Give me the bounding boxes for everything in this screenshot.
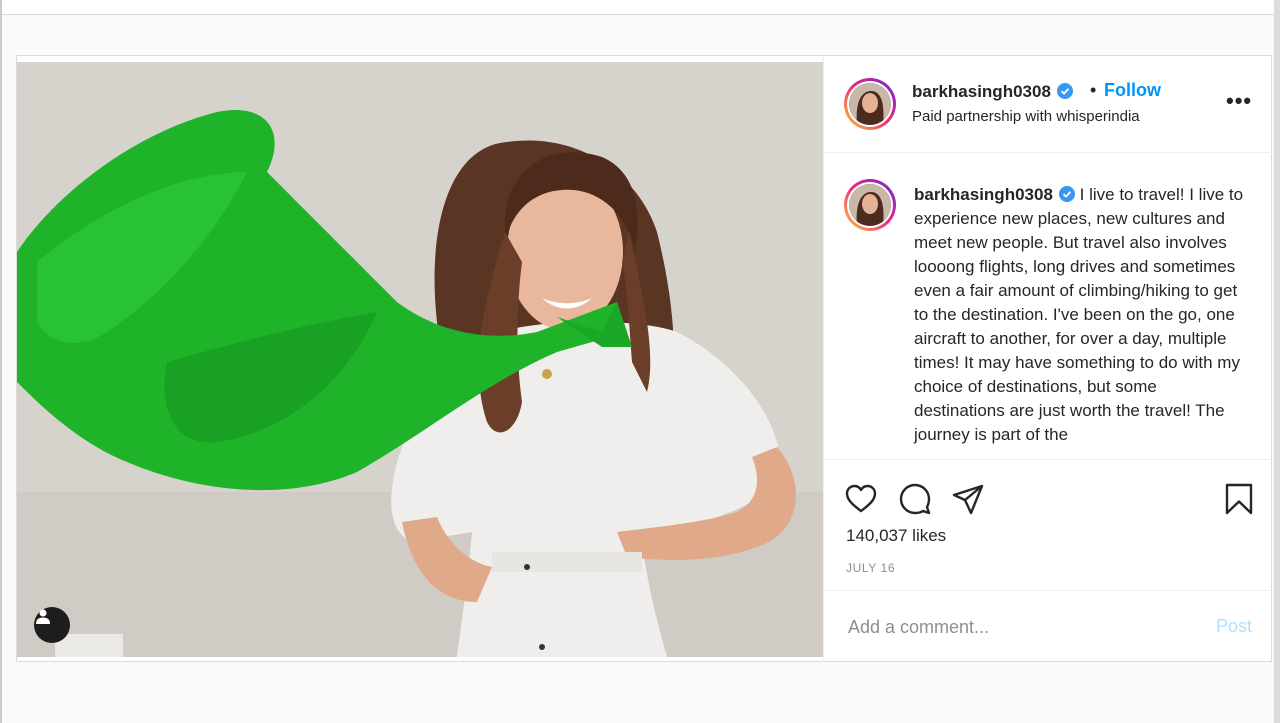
caption-area[interactable]: barkhasingh0308 I live to travel! I live… (824, 153, 1272, 460)
user-tag-icon[interactable] (34, 607, 70, 643)
caption-username[interactable]: barkhasingh0308 (914, 185, 1053, 204)
caption-author-avatar[interactable] (844, 179, 896, 231)
comment-bubble-icon[interactable] (898, 482, 932, 516)
author-avatar[interactable] (844, 78, 896, 130)
verified-badge-icon (1056, 83, 1073, 99)
follow-button[interactable]: Follow (1104, 80, 1161, 101)
header-username-row: barkhasingh0308 (912, 82, 1073, 102)
bookmark-icon[interactable] (1222, 482, 1256, 516)
post-photo[interactable] (17, 62, 823, 657)
caption-text: I live to travel! I live to experience n… (914, 185, 1244, 444)
heart-icon[interactable] (844, 482, 878, 516)
window-left-edge (0, 0, 2, 723)
separator-dot: • (1090, 80, 1097, 100)
browser-top-bar (0, 0, 1280, 15)
post-actions: 140,037 likes JULY 16 (824, 460, 1272, 591)
partnership-label[interactable]: Paid partnership with whisperindia (912, 108, 1140, 125)
post-sidebar: barkhasingh0308 • Follow Paid partnershi… (823, 56, 1272, 661)
more-options-icon[interactable]: ••• (1226, 88, 1252, 114)
verified-badge-icon (1058, 186, 1075, 202)
post-photo-illustration (17, 62, 823, 657)
post-date[interactable]: JULY 16 (846, 561, 895, 575)
post-caption: barkhasingh0308 I live to travel! I live… (914, 183, 1244, 447)
likes-count[interactable]: 140,037 likes (846, 526, 946, 546)
author-username[interactable]: barkhasingh0308 (912, 82, 1051, 101)
instagram-post-card: barkhasingh0308 • Follow Paid partnershi… (16, 55, 1272, 662)
comment-input[interactable] (846, 616, 1190, 639)
post-comment-button[interactable]: Post (1216, 616, 1252, 637)
post-header: barkhasingh0308 • Follow Paid partnershi… (824, 56, 1272, 153)
window-right-edge (1274, 0, 1280, 723)
paper-plane-icon[interactable] (951, 482, 985, 516)
